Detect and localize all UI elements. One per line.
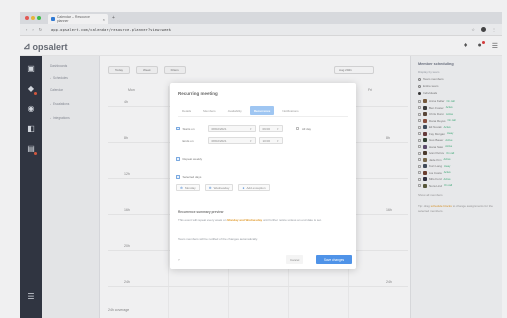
calendar-icon: ▾ <box>249 138 252 143</box>
start-date-field[interactable]: 08/02/2021 ▾ <box>207 125 256 132</box>
tab-details[interactable]: Details <box>178 106 195 115</box>
day-buttons: ⊕ Monday ⊕ Wednesday ● Add exception <box>176 184 270 191</box>
recurrence-dialog: Recurring meeting Details Members Availa… <box>170 83 356 269</box>
start-row: Starts on 08/02/2021 ▾ 09:00 ▾ All day <box>176 125 311 132</box>
chevron-down-icon: ▾ <box>276 138 279 143</box>
add-icon: ● <box>242 185 245 190</box>
tab-members[interactable]: Members <box>199 106 220 115</box>
button-label: Monday <box>184 185 196 190</box>
all-day-label: All day <box>302 126 312 131</box>
start-date-value: 08/02/2021 <box>211 126 227 131</box>
end-time-field[interactable]: 10:00 ▾ <box>258 137 283 144</box>
start-time-value: 09:00 <box>262 126 271 131</box>
dialog-tabs: Details Members Availability Recurrence … <box>178 106 303 115</box>
repeat-row: Repeat weekly <box>176 157 202 161</box>
end-date-field[interactable]: 08/02/2021 ▾ <box>207 137 256 144</box>
monday-button[interactable]: ⊕ Monday <box>176 184 200 191</box>
days-checkbox[interactable] <box>176 175 180 179</box>
end-label: Ends on <box>182 138 194 143</box>
button-label: Wednesday <box>213 185 230 190</box>
chevron-down-icon: ▾ <box>276 126 279 131</box>
tab-availability[interactable]: Availability <box>224 106 246 115</box>
start-checkbox[interactable] <box>176 126 180 131</box>
wednesday-button[interactable]: ⊕ Wednesday <box>204 184 234 191</box>
summary-text: This event will repeat every week on Mon… <box>178 218 350 222</box>
help-icon[interactable]: ? <box>178 258 180 262</box>
days-label: Selected days <box>182 175 202 179</box>
plus-icon: ⊕ <box>180 185 183 190</box>
summary-text-part: This event will repeat every week on <box>178 218 227 222</box>
repeat-label: Repeat weekly <box>182 157 203 161</box>
cancel-button[interactable]: Cancel <box>286 255 304 264</box>
button-label: Add exception <box>246 185 266 190</box>
dialog-title: Recurring meeting <box>178 91 218 96</box>
summary-highlight: Monday and Wednesday <box>227 218 263 222</box>
repeat-checkbox[interactable] <box>176 157 180 161</box>
start-time-field[interactable]: 09:00 ▾ <box>258 125 283 132</box>
summary-title: Recurrence summary preview <box>178 210 224 214</box>
tab-notifications[interactable]: Notifications <box>278 106 302 115</box>
add-exception-button[interactable]: ● Add exception <box>238 184 270 191</box>
end-row: Ends on 08/02/2021 ▾ 10:00 ▾ <box>176 137 283 144</box>
end-date-value: 08/02/2021 <box>211 138 227 143</box>
plus-icon: ⊕ <box>208 185 212 190</box>
calendar-icon: ▾ <box>249 126 252 131</box>
start-label: Starts on <box>182 126 195 131</box>
days-row: Selected days <box>176 175 201 179</box>
all-day-checkbox[interactable] <box>295 126 299 131</box>
save-button[interactable]: Save changes <box>316 255 352 264</box>
tab-recurrence[interactable]: Recurrence <box>249 106 275 115</box>
tabs-divider <box>178 116 348 117</box>
summary-text-part: until further notice unless an end date … <box>263 218 322 222</box>
notify-text: Team members will be notified of the cha… <box>178 237 258 241</box>
end-time-value: 10:00 <box>262 138 271 143</box>
